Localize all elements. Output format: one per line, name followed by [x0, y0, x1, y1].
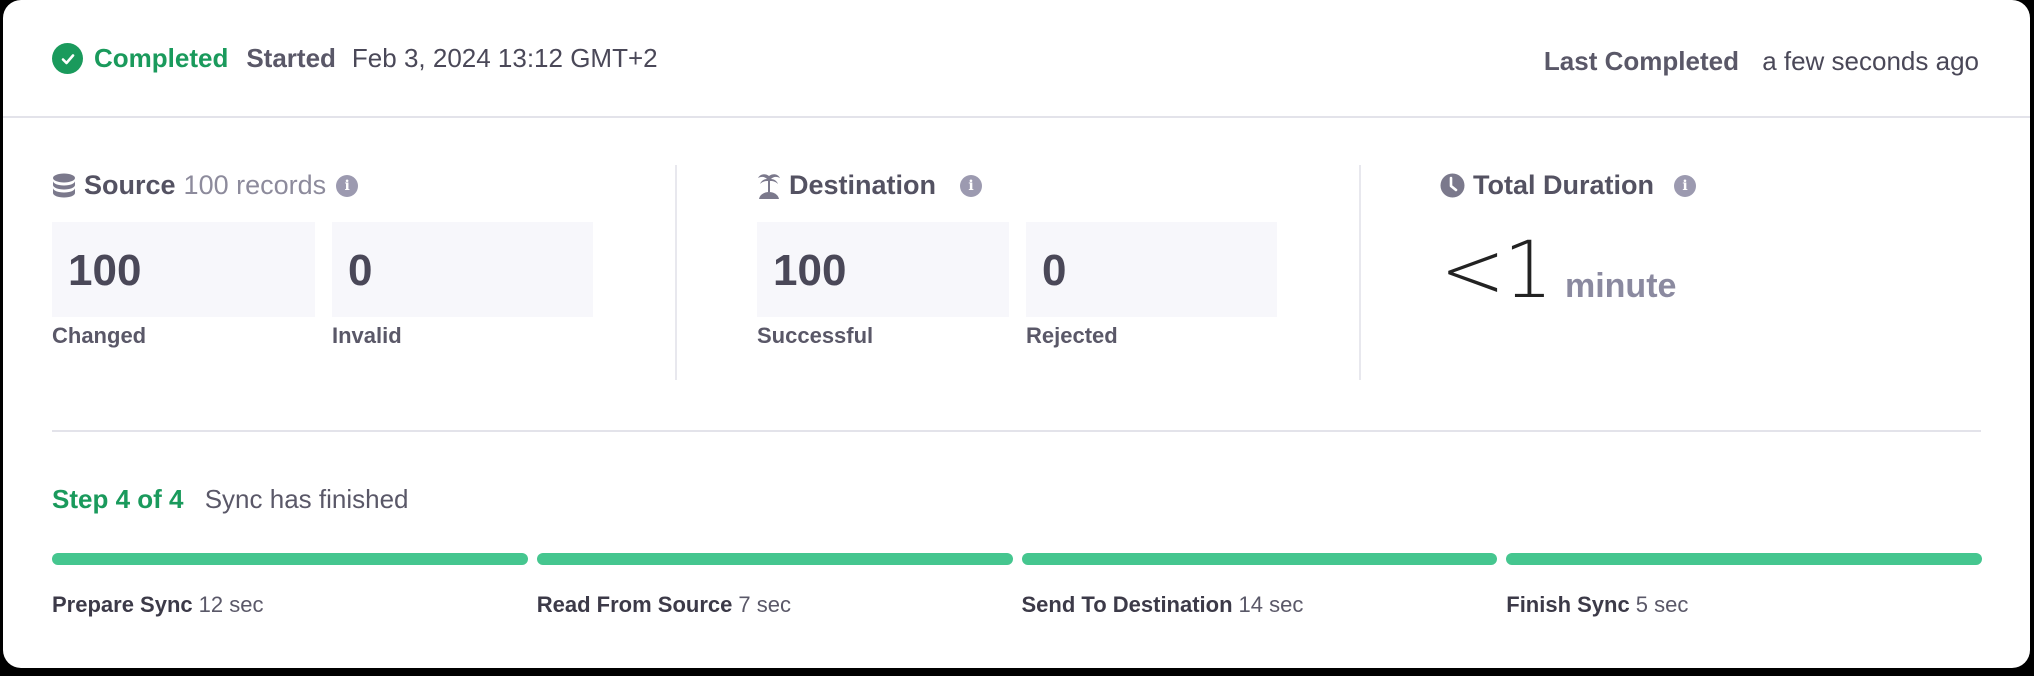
started-value: Feb 3, 2024 13:12 GMT+2 [351, 43, 658, 73]
duration-value: <1 [1440, 226, 1553, 316]
step-label: Read From Source 7 sec [537, 592, 791, 618]
source-info-icon[interactable]: i [336, 174, 359, 197]
column-divider [675, 165, 677, 380]
successful-label: Successful [757, 323, 874, 348]
step-name: Read From Source [536, 592, 733, 617]
step-name: Finish Sync [1506, 592, 1630, 617]
step-name: Send To Destination [1021, 592, 1233, 617]
step-progress-bar [52, 553, 528, 565]
clock-icon [1440, 173, 1465, 198]
step-duration: 14 sec [1238, 592, 1304, 617]
duration-heading: Total Duration i [1440, 170, 1696, 201]
source-record-count: 100 records [183, 170, 327, 200]
step-counter: Step 4 of 4 [52, 484, 184, 514]
last-completed-value: a few seconds ago [1762, 46, 1979, 76]
step-label: Finish Sync 5 sec [1506, 592, 1688, 618]
source-heading: Source 100 records i [52, 170, 359, 201]
step-duration: 5 sec [1635, 592, 1689, 617]
island-icon [757, 172, 781, 200]
invalid-count: 0 [348, 246, 373, 295]
step-label: Prepare Sync 12 sec [52, 592, 263, 618]
changed-count: 100 [68, 246, 142, 295]
total-duration: <1 minute [1440, 232, 1676, 310]
step-name: Prepare Sync [52, 592, 193, 617]
step-duration: 12 sec [198, 592, 264, 617]
duration-title: Total Duration [1473, 170, 1654, 200]
source-title: Source [84, 170, 176, 200]
step-duration: 7 sec [738, 592, 791, 617]
rejected-label: Rejected [1026, 323, 1118, 348]
destination-heading: Destination i [757, 170, 983, 201]
database-icon [52, 173, 76, 199]
section-divider [52, 430, 1981, 432]
duration-info-icon[interactable]: i [1673, 174, 1696, 197]
changed-label: Changed [52, 323, 147, 348]
sync-run-card: Completed Started Feb 3, 2024 13:12 GMT+… [3, 0, 2030, 668]
check-circle-icon [52, 43, 83, 74]
step-label: Send To Destination 14 sec [1022, 592, 1304, 618]
column-divider [1359, 165, 1361, 380]
step-progress-bar [536, 553, 1013, 565]
invalid-label: Invalid [332, 323, 402, 348]
successful-count: 100 [773, 246, 847, 295]
duration-unit: minute [1564, 267, 1677, 305]
step-description: Sync has finished [204, 484, 409, 514]
step-status: Step 4 of 4 Sync has finished [52, 484, 409, 515]
changed-stat-box: 100 [52, 222, 315, 317]
last-completed-label: Last Completed [1543, 46, 1739, 76]
step-progress-bar [1021, 553, 1498, 565]
started-label: Started [246, 43, 336, 73]
run-header: Completed Started Feb 3, 2024 13:12 GMT+… [3, 0, 2030, 118]
rejected-count: 0 [1042, 246, 1067, 295]
destination-title: Destination [789, 170, 937, 200]
destination-info-icon[interactable]: i [960, 174, 983, 197]
step-progress-bar [1506, 553, 1982, 565]
invalid-stat-box: 0 [332, 222, 593, 317]
rejected-stat-box: 0 [1026, 222, 1277, 317]
status-badge: Completed [94, 43, 229, 73]
successful-stat-box: 100 [757, 222, 1009, 317]
